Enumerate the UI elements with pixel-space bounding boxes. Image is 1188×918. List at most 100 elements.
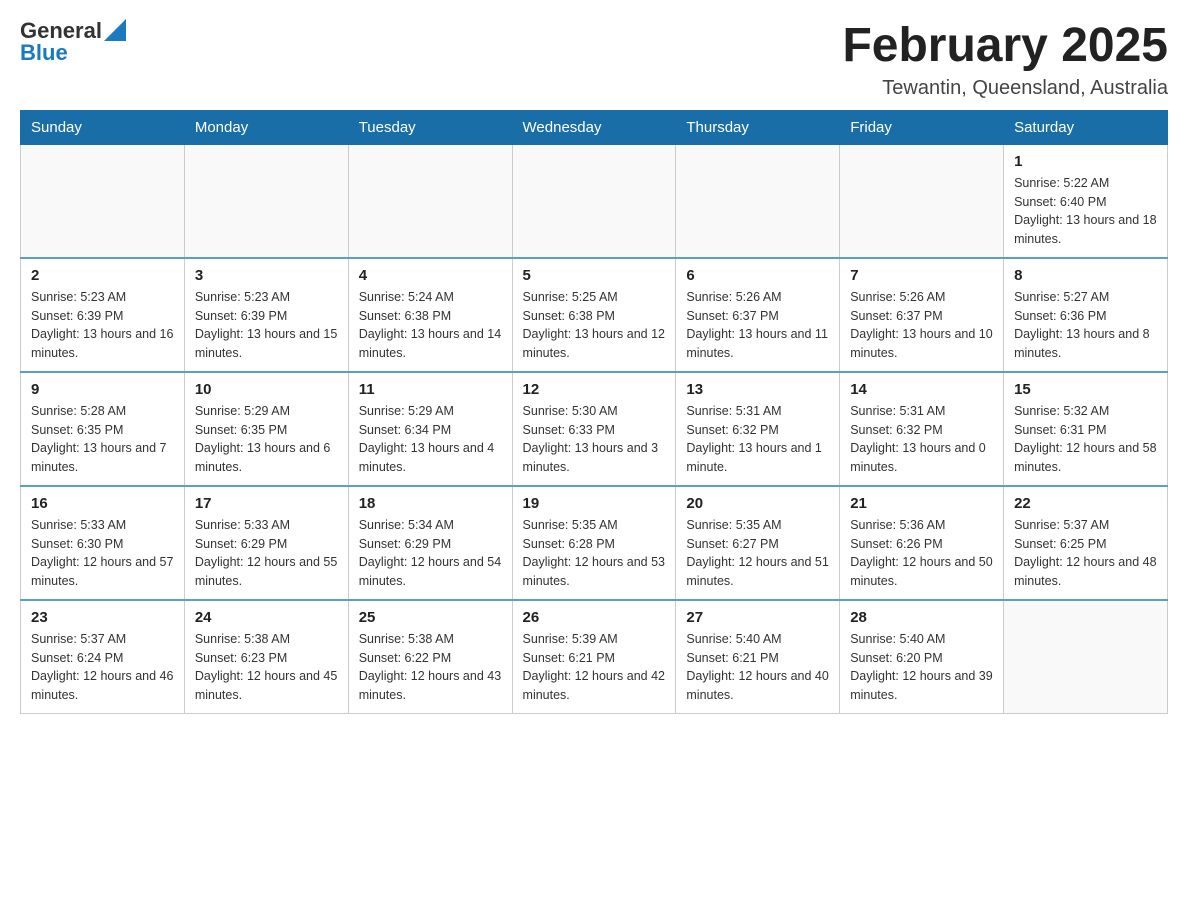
day-number: 19: [523, 495, 666, 512]
table-row: [348, 144, 512, 258]
day-number: 6: [686, 267, 829, 284]
day-info: Sunrise: 5:40 AMSunset: 6:21 PMDaylight:…: [686, 630, 829, 705]
day-number: 20: [686, 495, 829, 512]
header-monday: Monday: [184, 110, 348, 144]
table-row: [184, 144, 348, 258]
header-wednesday: Wednesday: [512, 110, 676, 144]
table-row: 21 Sunrise: 5:36 AMSunset: 6:26 PMDayligh…: [840, 486, 1004, 600]
table-row: 15 Sunrise: 5:32 AMSunset: 6:31 PMDayligh…: [1004, 372, 1168, 486]
day-info: Sunrise: 5:39 AMSunset: 6:21 PMDaylight:…: [523, 630, 666, 705]
table-row: 9 Sunrise: 5:28 AMSunset: 6:35 PMDaylight…: [21, 372, 185, 486]
day-info: Sunrise: 5:36 AMSunset: 6:26 PMDaylight:…: [850, 516, 993, 591]
table-row: 5 Sunrise: 5:25 AMSunset: 6:38 PMDaylight…: [512, 258, 676, 372]
day-number: 9: [31, 381, 174, 398]
day-info: Sunrise: 5:22 AMSunset: 6:40 PMDaylight:…: [1014, 174, 1157, 249]
day-info: Sunrise: 5:38 AMSunset: 6:22 PMDaylight:…: [359, 630, 502, 705]
day-info: Sunrise: 5:33 AMSunset: 6:29 PMDaylight:…: [195, 516, 338, 591]
day-info: Sunrise: 5:28 AMSunset: 6:35 PMDaylight:…: [31, 402, 174, 477]
table-row: 20 Sunrise: 5:35 AMSunset: 6:27 PMDayligh…: [676, 486, 840, 600]
header-thursday: Thursday: [676, 110, 840, 144]
day-number: 23: [31, 609, 174, 626]
day-info: Sunrise: 5:29 AMSunset: 6:35 PMDaylight:…: [195, 402, 338, 477]
day-info: Sunrise: 5:26 AMSunset: 6:37 PMDaylight:…: [686, 288, 829, 363]
calendar-table: Sunday Monday Tuesday Wednesday Thursday…: [20, 110, 1168, 714]
header-tuesday: Tuesday: [348, 110, 512, 144]
table-row: 28 Sunrise: 5:40 AMSunset: 6:20 PMDayligh…: [840, 600, 1004, 714]
page-header: General Blue February 2025 Tewantin, Que…: [20, 20, 1168, 100]
calendar-week-row: 1 Sunrise: 5:22 AMSunset: 6:40 PMDaylight…: [21, 144, 1168, 258]
day-number: 5: [523, 267, 666, 284]
day-number: 3: [195, 267, 338, 284]
calendar-week-row: 9 Sunrise: 5:28 AMSunset: 6:35 PMDaylight…: [21, 372, 1168, 486]
day-info: Sunrise: 5:31 AMSunset: 6:32 PMDaylight:…: [850, 402, 993, 477]
day-number: 24: [195, 609, 338, 626]
day-number: 28: [850, 609, 993, 626]
calendar-week-row: 16Sunrise: 5:33 AMSunset: 6:30 PMDayligh…: [21, 486, 1168, 600]
day-info: Sunrise: 5:37 AMSunset: 6:24 PMDaylight:…: [31, 630, 174, 705]
table-row: 27 Sunrise: 5:40 AMSunset: 6:21 PMDayligh…: [676, 600, 840, 714]
day-number: 14: [850, 381, 993, 398]
day-info: Sunrise: 5:40 AMSunset: 6:20 PMDaylight:…: [850, 630, 993, 705]
table-row: [1004, 600, 1168, 714]
table-row: 1 Sunrise: 5:22 AMSunset: 6:40 PMDaylight…: [1004, 144, 1168, 258]
day-number: 2: [31, 267, 174, 284]
table-row: [512, 144, 676, 258]
calendar-week-row: 2 Sunrise: 5:23 AMSunset: 6:39 PMDaylight…: [21, 258, 1168, 372]
day-info: Sunrise: 5:30 AMSunset: 6:33 PMDaylight:…: [523, 402, 666, 477]
table-row: 13 Sunrise: 5:31 AMSunset: 6:32 PMDayligh…: [676, 372, 840, 486]
day-info: Sunrise: 5:32 AMSunset: 6:31 PMDaylight:…: [1014, 402, 1157, 477]
day-info: Sunrise: 5:35 AMSunset: 6:27 PMDaylight:…: [686, 516, 829, 591]
day-number: 8: [1014, 267, 1157, 284]
day-info: Sunrise: 5:24 AMSunset: 6:38 PMDaylight:…: [359, 288, 502, 363]
day-number: 13: [686, 381, 829, 398]
day-number: 17: [195, 495, 338, 512]
table-row: 10Sunrise: 5:29 AMSunset: 6:35 PMDayligh…: [184, 372, 348, 486]
location-text: Tewantin, Queensland, Australia: [842, 77, 1168, 100]
day-number: 1: [1014, 153, 1157, 170]
day-number: 26: [523, 609, 666, 626]
day-number: 12: [523, 381, 666, 398]
day-number: 27: [686, 609, 829, 626]
logo-general-text: General: [20, 20, 102, 42]
table-row: 4 Sunrise: 5:24 AMSunset: 6:38 PMDaylight…: [348, 258, 512, 372]
day-info: Sunrise: 5:31 AMSunset: 6:32 PMDaylight:…: [686, 402, 829, 477]
header-friday: Friday: [840, 110, 1004, 144]
table-row: 24 Sunrise: 5:38 AMSunset: 6:23 PMDayligh…: [184, 600, 348, 714]
day-number: 22: [1014, 495, 1157, 512]
table-row: 6 Sunrise: 5:26 AMSunset: 6:37 PMDaylight…: [676, 258, 840, 372]
table-row: 12 Sunrise: 5:30 AMSunset: 6:33 PMDayligh…: [512, 372, 676, 486]
day-info: Sunrise: 5:25 AMSunset: 6:38 PMDaylight:…: [523, 288, 666, 363]
day-info: Sunrise: 5:29 AMSunset: 6:34 PMDaylight:…: [359, 402, 502, 477]
day-info: Sunrise: 5:27 AMSunset: 6:36 PMDaylight:…: [1014, 288, 1157, 363]
day-number: 18: [359, 495, 502, 512]
day-number: 7: [850, 267, 993, 284]
title-area: February 2025 Tewantin, Queensland, Aust…: [842, 20, 1168, 100]
day-info: Sunrise: 5:38 AMSunset: 6:23 PMDaylight:…: [195, 630, 338, 705]
table-row: [21, 144, 185, 258]
table-row: 17 Sunrise: 5:33 AMSunset: 6:29 PMDayligh…: [184, 486, 348, 600]
calendar-week-row: 23 Sunrise: 5:37 AMSunset: 6:24 PMDayligh…: [21, 600, 1168, 714]
header-saturday: Saturday: [1004, 110, 1168, 144]
day-number: 15: [1014, 381, 1157, 398]
day-number: 4: [359, 267, 502, 284]
day-info: Sunrise: 5:37 AMSunset: 6:25 PMDaylight:…: [1014, 516, 1157, 591]
table-row: 22 Sunrise: 5:37 AMSunset: 6:25 PMDayligh…: [1004, 486, 1168, 600]
table-row: 3 Sunrise: 5:23 AMSunset: 6:39 PMDaylight…: [184, 258, 348, 372]
table-row: 2Sunrise: 5:23 AMSunset: 6:39 PMDaylight…: [21, 258, 185, 372]
day-info: Sunrise: 5:26 AMSunset: 6:37 PMDaylight:…: [850, 288, 993, 363]
table-row: [676, 144, 840, 258]
day-number: 11: [359, 381, 502, 398]
day-info: Sunrise: 5:33 AMSunset: 6:30 PMDaylight:…: [31, 516, 174, 591]
table-row: 8 Sunrise: 5:27 AMSunset: 6:36 PMDaylight…: [1004, 258, 1168, 372]
day-number: 21: [850, 495, 993, 512]
month-title: February 2025: [842, 20, 1168, 73]
day-info: Sunrise: 5:34 AMSunset: 6:29 PMDaylight:…: [359, 516, 502, 591]
table-row: 7 Sunrise: 5:26 AMSunset: 6:37 PMDaylight…: [840, 258, 1004, 372]
day-info: Sunrise: 5:35 AMSunset: 6:28 PMDaylight:…: [523, 516, 666, 591]
day-info: Sunrise: 5:23 AMSunset: 6:39 PMDaylight:…: [195, 288, 338, 363]
table-row: 23 Sunrise: 5:37 AMSunset: 6:24 PMDayligh…: [21, 600, 185, 714]
table-row: 16Sunrise: 5:33 AMSunset: 6:30 PMDayligh…: [21, 486, 185, 600]
table-row: 19 Sunrise: 5:35 AMSunset: 6:28 PMDayligh…: [512, 486, 676, 600]
table-row: 14 Sunrise: 5:31 AMSunset: 6:32 PMDayligh…: [840, 372, 1004, 486]
header-sunday: Sunday: [21, 110, 185, 144]
